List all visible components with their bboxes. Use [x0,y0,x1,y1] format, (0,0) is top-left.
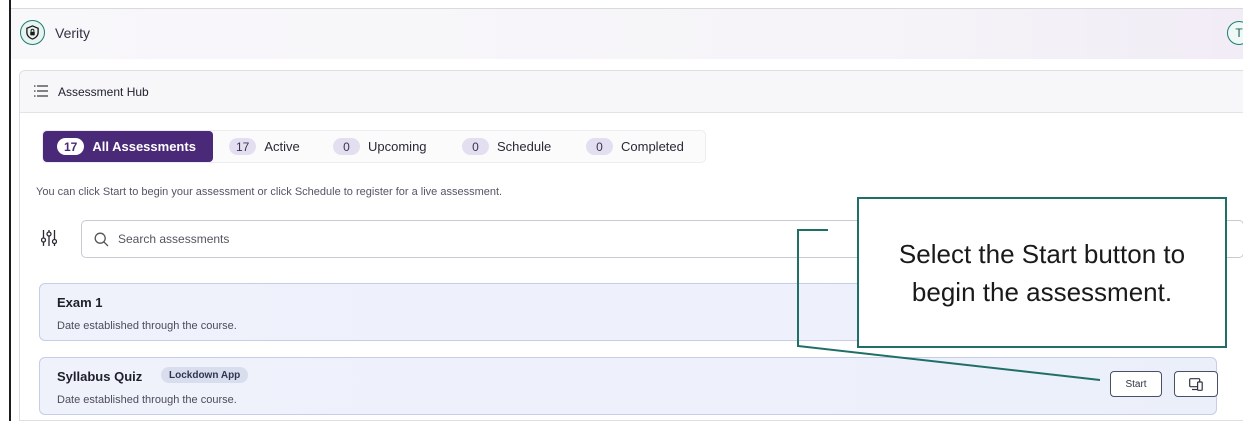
tab-count: 17 [229,138,257,155]
device-check-button[interactable] [1174,371,1218,397]
lockdown-app-badge: Lockdown App [161,367,249,383]
top-bar: Verity T [11,9,1243,59]
tab-label: Completed [621,139,684,154]
start-button[interactable]: Start [1110,371,1162,397]
tab-label: Upcoming [368,139,427,154]
panel-header: Assessment Hub [20,71,1243,113]
instruction-callout: Select the Start button to begin the ass… [857,197,1227,348]
app-name: Verity [55,25,91,41]
tab-count: 17 [57,138,85,155]
tab-active[interactable]: 17 Active [229,131,300,162]
tab-label: All Assessments [92,139,196,154]
window-left-edge [9,0,11,421]
user-avatar[interactable]: T [1227,21,1243,45]
tab-count: 0 [462,138,489,155]
search-input[interactable] [118,229,718,249]
filter-sliders-icon[interactable] [41,229,57,247]
shield-lock-icon [20,20,45,45]
assessment-title: Exam 1 [57,295,103,310]
tab-label: Schedule [497,139,552,154]
hamburger-icon[interactable] [34,85,48,97]
tab-label: Active [264,139,300,154]
assessment-title: Syllabus Quiz [57,369,143,384]
tab-count: 0 [586,138,613,155]
assessment-date-note: Date established through the course. [57,320,237,332]
assessment-date-note: Date established through the course. [57,394,237,406]
tab-schedule[interactable]: 0 Schedule [462,131,551,162]
panel-title: Assessment Hub [58,85,149,99]
assessment-card[interactable]: Syllabus Quiz Lockdown App Date establis… [39,357,1218,415]
assessment-tabs: 17 All Assessments 17 Active 0 Upcoming … [42,130,706,163]
tab-completed[interactable]: 0 Completed [586,131,684,162]
tab-upcoming[interactable]: 0 Upcoming [333,131,427,162]
tab-all-assessments[interactable]: 17 All Assessments [43,131,213,162]
instruction-text: You can click Start to begin your assess… [36,186,503,198]
tab-count: 0 [333,138,360,155]
search-icon [94,232,109,247]
devices-icon [1189,377,1203,391]
window-top-edge [9,0,1243,9]
